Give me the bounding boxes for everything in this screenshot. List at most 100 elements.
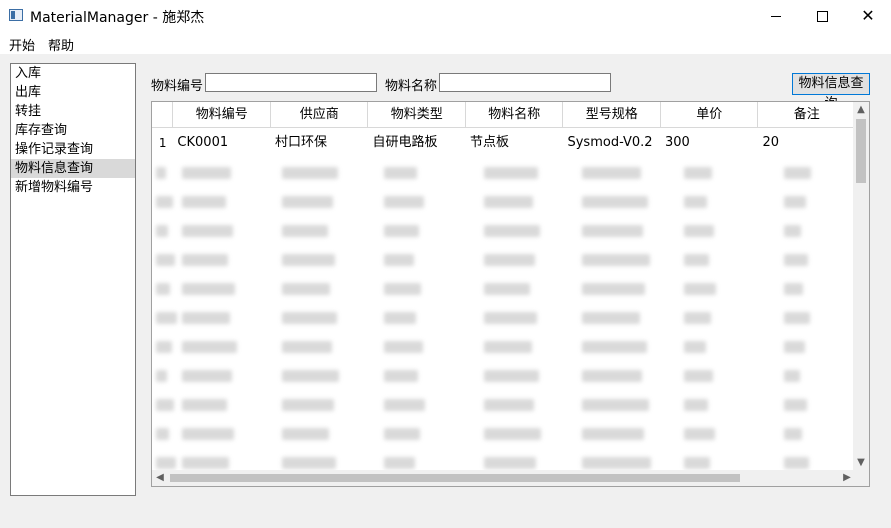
blurred-cell xyxy=(484,312,537,324)
cell-supplier[interactable]: 村口环保 xyxy=(271,128,369,158)
nav-item-outbound[interactable]: 出库 xyxy=(11,83,135,102)
cell-material-name[interactable]: 节点板 xyxy=(466,128,564,158)
minimize-button[interactable] xyxy=(753,0,799,32)
blurred-cell xyxy=(684,457,710,469)
blurred-cell xyxy=(784,457,809,469)
blurred-cell xyxy=(282,399,334,411)
blurred-cell xyxy=(684,312,711,324)
blurred-cell xyxy=(156,399,174,411)
menu-start[interactable]: 开始 xyxy=(9,35,35,54)
blurred-cell xyxy=(582,399,649,411)
blurred-cell xyxy=(182,167,231,179)
blurred-cell xyxy=(582,283,645,295)
table-header: 物料编号 供应商 物料类型 物料名称 型号规格 单价 备注 xyxy=(152,102,856,128)
column-header-material-type[interactable]: 物料类型 xyxy=(368,102,466,128)
column-header-material-code[interactable]: 物料编号 xyxy=(173,102,271,128)
blurred-cell xyxy=(484,196,533,208)
minimize-icon xyxy=(771,15,781,17)
horizontal-scroll-thumb[interactable] xyxy=(170,474,740,482)
blurred-cell xyxy=(582,167,641,179)
blurred-cell xyxy=(384,341,423,353)
nav-item-material-info-query[interactable]: 物料信息查询 xyxy=(11,159,135,178)
nav-item-transfer[interactable]: 转挂 xyxy=(11,102,135,121)
blurred-cell xyxy=(484,341,532,353)
row-number: 1 xyxy=(158,136,167,150)
blurred-cell xyxy=(282,370,339,382)
blurred-cell xyxy=(684,167,712,179)
close-button[interactable]: ✕ xyxy=(845,0,891,32)
material-name-label: 物料名称 xyxy=(385,79,438,94)
blurred-cell xyxy=(582,254,650,266)
blurred-cell xyxy=(684,428,715,440)
blurred-cell xyxy=(582,312,640,324)
scroll-up-icon[interactable]: ▲ xyxy=(853,102,869,118)
table-row[interactable]: 1 CK0001 村口环保 自研电路板 节点板 Sysmod-V0.2 300 … xyxy=(152,128,856,158)
blurred-cell xyxy=(282,196,333,208)
scroll-down-icon[interactable]: ▼ xyxy=(853,455,869,471)
blurred-cell xyxy=(182,399,227,411)
table-corner[interactable] xyxy=(152,102,174,128)
blurred-cell xyxy=(484,254,535,266)
blurred-cell xyxy=(156,254,175,266)
blurred-cell xyxy=(384,196,424,208)
blurred-cell xyxy=(282,254,335,266)
material-table[interactable]: 物料编号 供应商 物料类型 物料名称 型号规格 单价 备注 1 CK0001 村… xyxy=(151,101,870,487)
blurred-cell xyxy=(784,167,811,179)
scroll-left-icon[interactable]: ◀ xyxy=(152,470,168,486)
blurred-cell xyxy=(282,428,329,440)
blurred-cell xyxy=(684,341,706,353)
blurred-cell xyxy=(156,341,172,353)
title-bar: MaterialManager - 施郑杰 ✕ xyxy=(0,0,891,32)
blurred-cell xyxy=(582,428,644,440)
menu-bar: 开始 帮助 xyxy=(0,32,891,54)
cell-model-spec[interactable]: Sysmod-V0.2 xyxy=(563,128,661,158)
blurred-cell xyxy=(582,370,642,382)
blurred-cell xyxy=(384,167,417,179)
blurred-cell xyxy=(384,457,415,469)
cell-remark[interactable]: 20 xyxy=(759,128,857,158)
cell-material-code[interactable]: CK0001 xyxy=(173,128,271,158)
blurred-cell xyxy=(784,370,800,382)
menu-help[interactable]: 帮助 xyxy=(48,35,74,54)
material-info-query-button[interactable]: 物料信息查询 xyxy=(792,73,870,111)
blurred-cell xyxy=(282,225,328,237)
window-title: MaterialManager - 施郑杰 xyxy=(30,10,205,26)
blurred-cell xyxy=(784,312,810,324)
blurred-cell xyxy=(484,428,541,440)
scroll-corner xyxy=(853,470,869,486)
blurred-cell xyxy=(384,399,425,411)
vertical-scroll-thumb[interactable] xyxy=(856,119,866,183)
material-code-input[interactable] xyxy=(205,73,377,92)
blurred-cell xyxy=(684,254,709,266)
blurred-cell xyxy=(784,399,807,411)
material-name-input[interactable] xyxy=(439,73,611,92)
blurred-cell xyxy=(484,457,536,469)
blurred-cell xyxy=(182,225,233,237)
vertical-scrollbar[interactable]: ▲ ▼ xyxy=(853,102,869,471)
nav-item-stock-query[interactable]: 库存查询 xyxy=(11,121,135,140)
blurred-cell xyxy=(384,428,420,440)
column-header-remark[interactable]: 备注 xyxy=(758,102,856,128)
column-header-unit-price[interactable]: 单价 xyxy=(660,102,759,128)
function-list: 入库 出库 转挂 库存查询 操作记录查询 物料信息查询 新增物料编号 xyxy=(10,63,136,496)
nav-item-add-material-code[interactable]: 新增物料编号 xyxy=(11,178,135,197)
blurred-cell xyxy=(384,312,416,324)
blurred-cell xyxy=(784,225,801,237)
blurred-cell xyxy=(156,196,173,208)
blurred-cell xyxy=(582,457,651,469)
column-header-supplier[interactable]: 供应商 xyxy=(270,102,369,128)
maximize-button[interactable] xyxy=(799,0,845,32)
horizontal-scrollbar[interactable]: ◀ ▶ xyxy=(152,470,855,486)
material-code-label: 物料编号 xyxy=(151,79,204,94)
blurred-cell xyxy=(282,167,338,179)
cell-unit-price[interactable]: 300 xyxy=(661,128,759,158)
blurred-cell xyxy=(182,283,235,295)
column-header-model-spec[interactable]: 型号规格 xyxy=(563,102,661,128)
column-header-material-name[interactable]: 物料名称 xyxy=(465,102,564,128)
cell-material-type[interactable]: 自研电路板 xyxy=(368,128,466,158)
blurred-cell xyxy=(182,457,229,469)
nav-item-operation-log-query[interactable]: 操作记录查询 xyxy=(11,140,135,159)
blurred-cell xyxy=(484,399,534,411)
nav-item-inbound[interactable]: 入库 xyxy=(11,64,135,83)
blurred-cell xyxy=(684,196,707,208)
